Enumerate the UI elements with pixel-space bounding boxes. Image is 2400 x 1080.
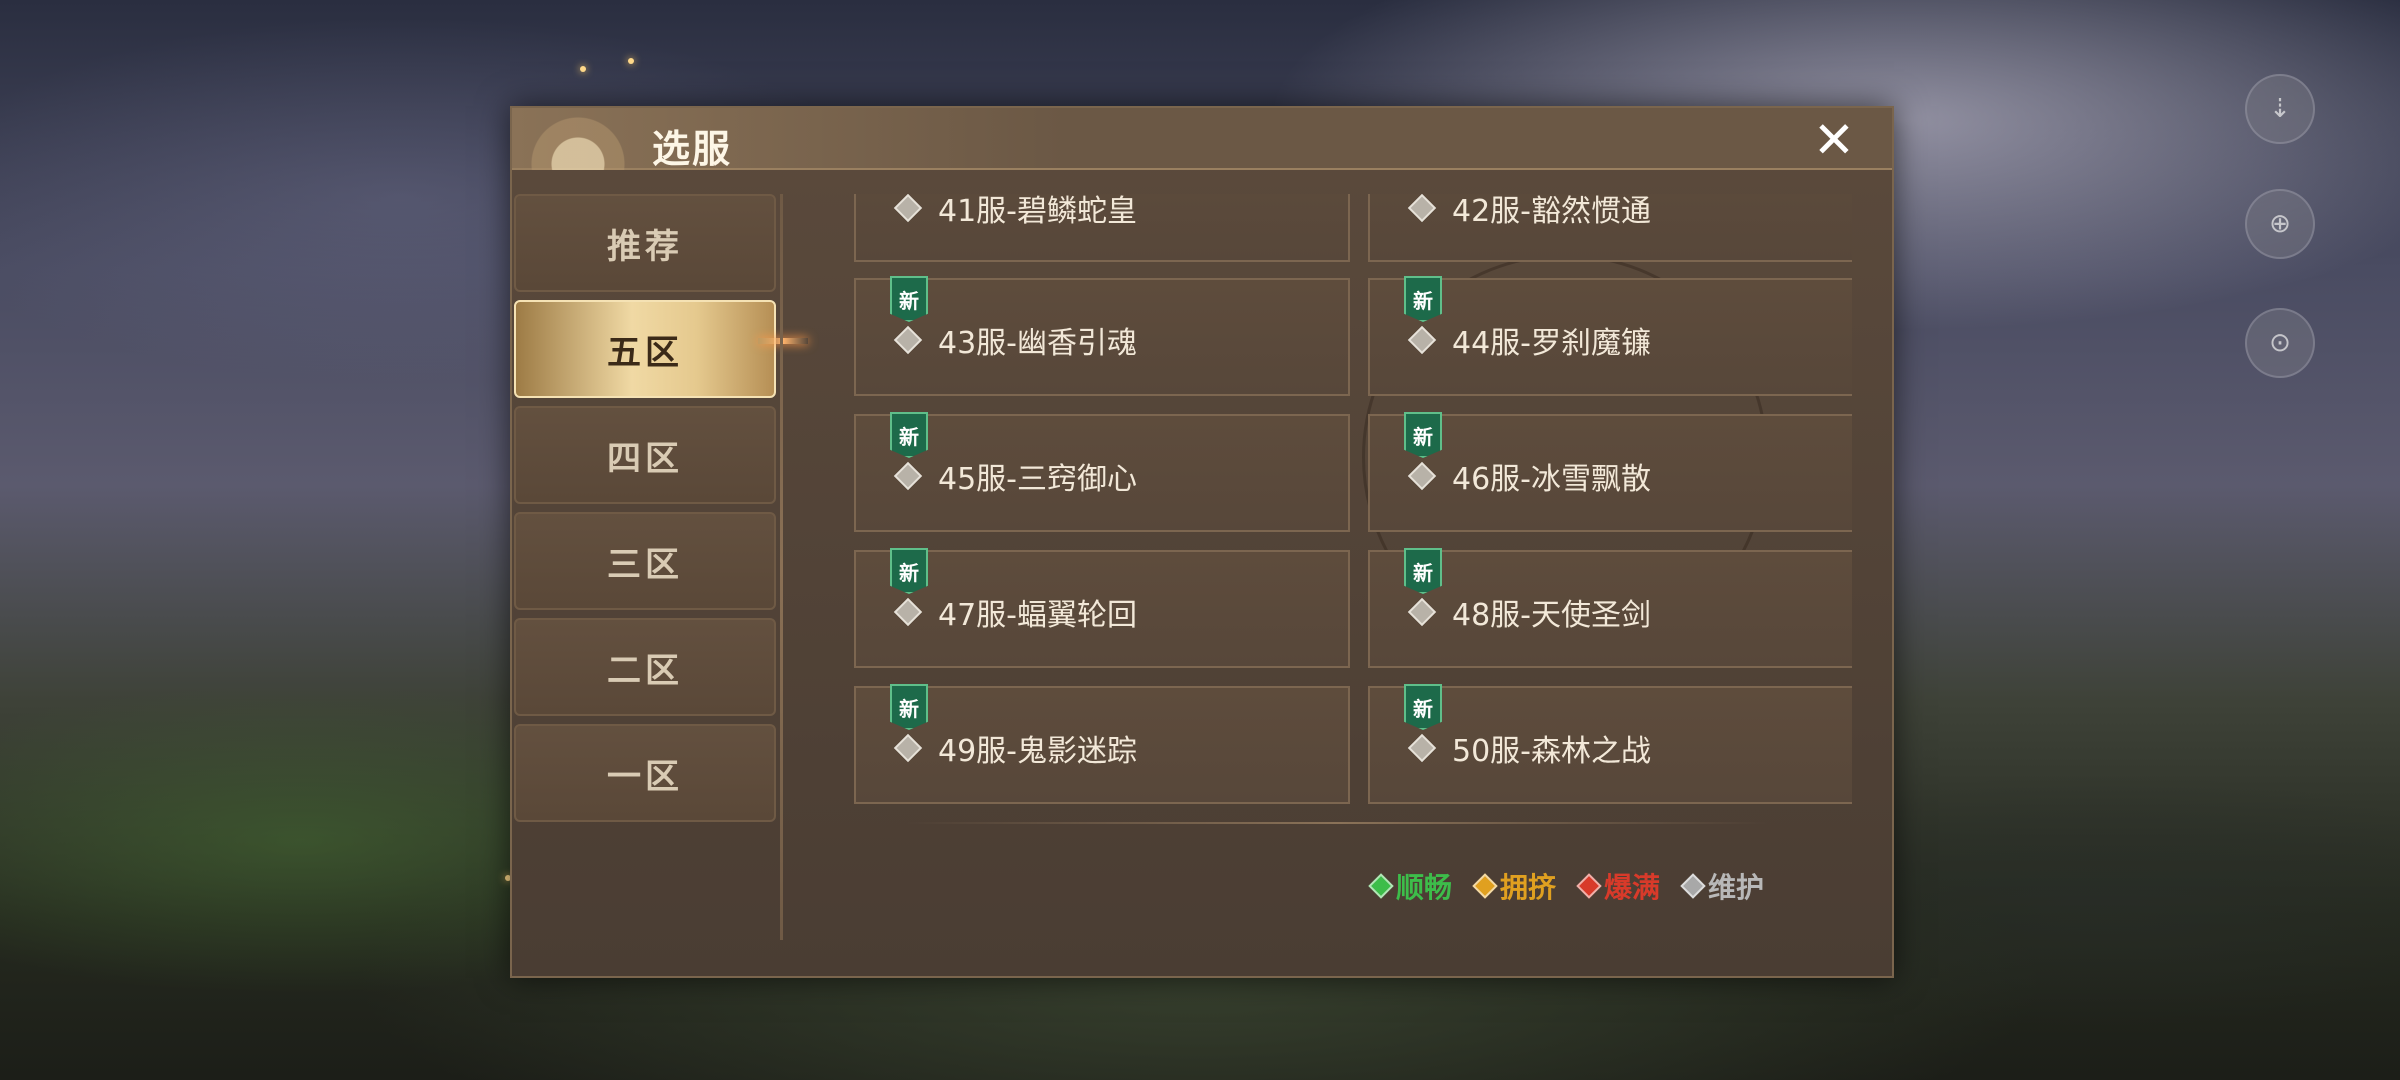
legend-label: 爆满 — [1604, 871, 1661, 904]
server-name: 46服-冰雪飘散 — [1452, 462, 1651, 497]
tab-label: 推荐 — [607, 226, 683, 267]
legend-label: 顺畅 — [1396, 871, 1453, 904]
server-card[interactable]: 新 44服-罗刹魔镰 — [1368, 276, 1852, 396]
legend-label: 拥挤 — [1500, 871, 1557, 904]
new-badge: 新 — [890, 684, 928, 730]
server-name: 43服-幽香引魂 — [938, 326, 1137, 361]
horizontal-divider — [907, 822, 1767, 824]
server-name: 48服-天使圣剑 — [1452, 598, 1651, 633]
server-card[interactable]: 新 45服-三窍御心 — [854, 412, 1350, 532]
legend-item-maintenance: 维护 — [1680, 866, 1765, 906]
legend-label: 维护 — [1708, 871, 1765, 904]
status-diamond-icon — [1407, 597, 1437, 627]
side-button-icon: ⊕ — [2269, 209, 2291, 239]
status-diamond-icon — [1407, 733, 1437, 763]
active-tab-arrow-icon — [758, 338, 808, 344]
close-button[interactable]: ✕ — [1808, 114, 1860, 166]
server-card[interactable]: 新 47服-蝠翼轮回 — [854, 548, 1350, 668]
status-diamond-icon — [1407, 325, 1437, 355]
status-diamond-icon — [893, 194, 923, 223]
status-legend: 顺畅 拥挤 爆满 维护 — [1368, 866, 1765, 906]
close-icon: ✕ — [1813, 111, 1855, 169]
tab-label: 五区 — [607, 332, 683, 373]
status-diamond-icon — [1407, 461, 1437, 491]
tab-zone-2[interactable]: 二区 — [514, 618, 776, 716]
dialog-title: 选服 — [652, 126, 733, 171]
new-badge: 新 — [1404, 684, 1442, 730]
server-name: 42服-豁然惯通 — [1452, 194, 1651, 229]
legend-item-crowded: 拥挤 — [1472, 866, 1557, 906]
server-name: 47服-蝠翼轮回 — [938, 598, 1137, 633]
yellow-diamond-icon — [1472, 873, 1498, 899]
tab-label: 一区 — [607, 756, 683, 797]
side-button-icon: ⊙ — [2269, 328, 2291, 358]
server-grid[interactable]: 41服-碧鳞蛇皇 42服-豁然惯通 新 43服-幽香引魂 新 44服-罗刹魔镰 … — [842, 194, 1852, 814]
tab-recommended[interactable]: 推荐 — [514, 194, 776, 292]
tab-zone-4[interactable]: 四区 — [514, 406, 776, 504]
status-diamond-icon — [893, 597, 923, 627]
server-select-dialog: 选服 ✕ 推荐 五区 四区 三区 二区 一区 41服-碧鳞蛇皇 42服-豁然惯通… — [510, 104, 1894, 978]
server-card[interactable]: 新 48服-天使圣剑 — [1368, 548, 1852, 668]
tab-zone-1[interactable]: 一区 — [514, 724, 776, 822]
red-diamond-icon — [1576, 873, 1602, 899]
new-badge: 新 — [890, 548, 928, 594]
sun-emblem-icon — [518, 104, 638, 170]
server-name: 44服-罗刹魔镰 — [1452, 326, 1651, 361]
server-card[interactable]: 新 46服-冰雪飘散 — [1368, 412, 1852, 532]
sparkle — [628, 58, 634, 64]
server-name: 50服-森林之战 — [1452, 734, 1651, 769]
side-menu-button[interactable]: ⊕ — [2245, 189, 2315, 259]
tab-zone-3[interactable]: 三区 — [514, 512, 776, 610]
tab-label: 三区 — [607, 544, 683, 585]
side-menu-button[interactable]: ⇣ — [2245, 74, 2315, 144]
side-menu-button[interactable]: ⊙ — [2245, 308, 2315, 378]
gray-diamond-icon — [1680, 873, 1706, 899]
server-card[interactable]: 41服-碧鳞蛇皇 — [854, 194, 1350, 262]
tab-zone-5[interactable]: 五区 — [514, 300, 776, 398]
status-diamond-icon — [893, 461, 923, 491]
side-button-icon: ⇣ — [2269, 94, 2291, 124]
vertical-divider — [780, 194, 783, 940]
legend-item-full: 爆满 — [1576, 866, 1661, 906]
new-badge: 新 — [1404, 412, 1442, 458]
new-badge: 新 — [890, 412, 928, 458]
server-card[interactable]: 42服-豁然惯通 — [1368, 194, 1852, 262]
status-diamond-icon — [893, 325, 923, 355]
new-badge: 新 — [1404, 548, 1442, 594]
tab-label: 二区 — [607, 650, 683, 691]
server-card[interactable]: 新 49服-鬼影迷踪 — [854, 684, 1350, 804]
server-name: 45服-三窍御心 — [938, 462, 1137, 497]
server-name: 41服-碧鳞蛇皇 — [938, 194, 1137, 229]
legend-item-smooth: 顺畅 — [1368, 866, 1453, 906]
sparkle — [580, 66, 586, 72]
status-diamond-icon — [1407, 194, 1437, 223]
server-card[interactable]: 新 43服-幽香引魂 — [854, 276, 1350, 396]
server-card[interactable]: 新 50服-森林之战 — [1368, 684, 1852, 804]
server-name: 49服-鬼影迷踪 — [938, 734, 1137, 769]
green-diamond-icon — [1368, 873, 1394, 899]
dialog-titlebar: 选服 ✕ — [512, 104, 1892, 171]
new-badge: 新 — [1404, 276, 1442, 322]
tab-label: 四区 — [607, 438, 683, 479]
new-badge: 新 — [890, 276, 928, 322]
status-diamond-icon — [893, 733, 923, 763]
